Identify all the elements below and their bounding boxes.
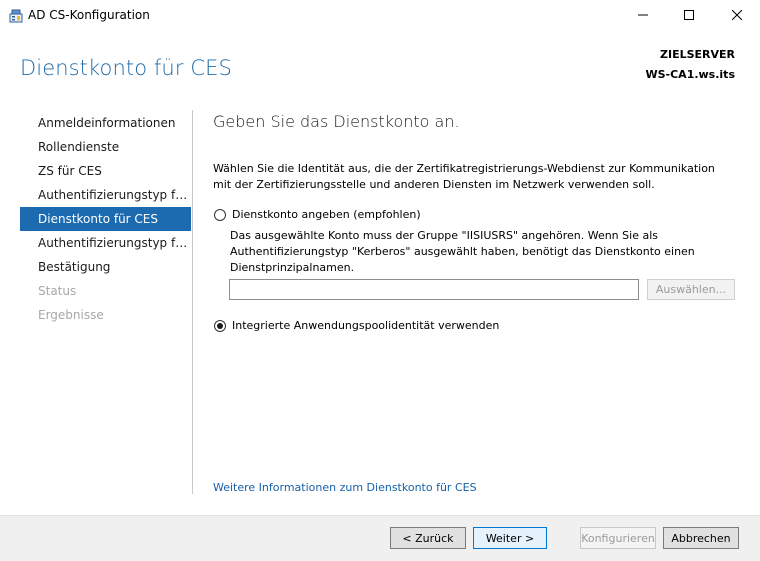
radio-button[interactable] bbox=[214, 208, 226, 221]
configure-button[interactable]: Konfigurieren bbox=[580, 527, 656, 549]
server-app-icon bbox=[9, 8, 23, 23]
section-heading: Geben Sie das Dienstkonto an. bbox=[213, 112, 460, 131]
nav-item[interactable]: Anmeldeinformationen bbox=[20, 111, 191, 135]
minimize-button[interactable] bbox=[620, 0, 666, 30]
radio-service-account[interactable]: Dienstkonto angeben (empfohlen) bbox=[214, 208, 421, 221]
back-button[interactable]: < Zurück bbox=[390, 527, 466, 549]
target-server-name: WS-CA1.ws.its bbox=[645, 68, 735, 81]
select-account-button[interactable]: Auswählen... bbox=[647, 279, 735, 300]
maximize-button[interactable] bbox=[666, 0, 712, 30]
nav-item[interactable]: Dienstkonto für CES bbox=[20, 207, 191, 231]
radio-app-pool-identity[interactable]: Integrierte Anwendungspoolidentität verw… bbox=[214, 319, 499, 332]
nav-divider bbox=[192, 110, 193, 494]
radio-button[interactable] bbox=[214, 319, 226, 332]
cancel-button[interactable]: Abbrechen bbox=[663, 527, 739, 549]
service-account-hint: Das ausgewählte Konto muss der Gruppe "I… bbox=[230, 229, 695, 274]
nav-item[interactable]: Rollendienste bbox=[20, 135, 191, 159]
title-bar: AD CS-Konfiguration bbox=[0, 0, 760, 30]
minimize-icon bbox=[638, 10, 648, 20]
next-button[interactable]: Weiter > bbox=[473, 527, 547, 549]
more-info-link[interactable]: Weitere Informationen zum Dienstkonto fü… bbox=[213, 481, 477, 494]
nav-item: Status bbox=[38, 284, 77, 298]
nav-item[interactable]: ZS für CES bbox=[20, 159, 191, 183]
target-server-label: ZIELSERVER bbox=[660, 48, 735, 61]
nav-item[interactable]: Bestätigung bbox=[20, 255, 191, 279]
page-title: Dienstkonto für CES bbox=[20, 56, 232, 80]
close-button[interactable] bbox=[714, 0, 760, 30]
maximize-icon bbox=[684, 10, 694, 20]
nav-item[interactable]: Authentifizierungstyp für… bbox=[20, 231, 191, 255]
close-icon bbox=[732, 10, 742, 20]
radio-label: Integrierte Anwendungspoolidentität verw… bbox=[232, 319, 500, 332]
intro-text: Wählen Sie die Identität aus, die der Ze… bbox=[213, 162, 715, 191]
radio-label: Dienstkonto angeben (empfohlen) bbox=[232, 208, 421, 221]
nav-item: Ergebnisse bbox=[38, 308, 104, 322]
window-title: AD CS-Konfiguration bbox=[28, 8, 150, 22]
wizard-navigation: Anmeldeinformationen Rollendienste ZS für … bbox=[20, 111, 191, 327]
nav-item[interactable]: Authentifizierungstyp für… bbox=[20, 183, 191, 207]
service-account-input[interactable] bbox=[229, 279, 639, 300]
